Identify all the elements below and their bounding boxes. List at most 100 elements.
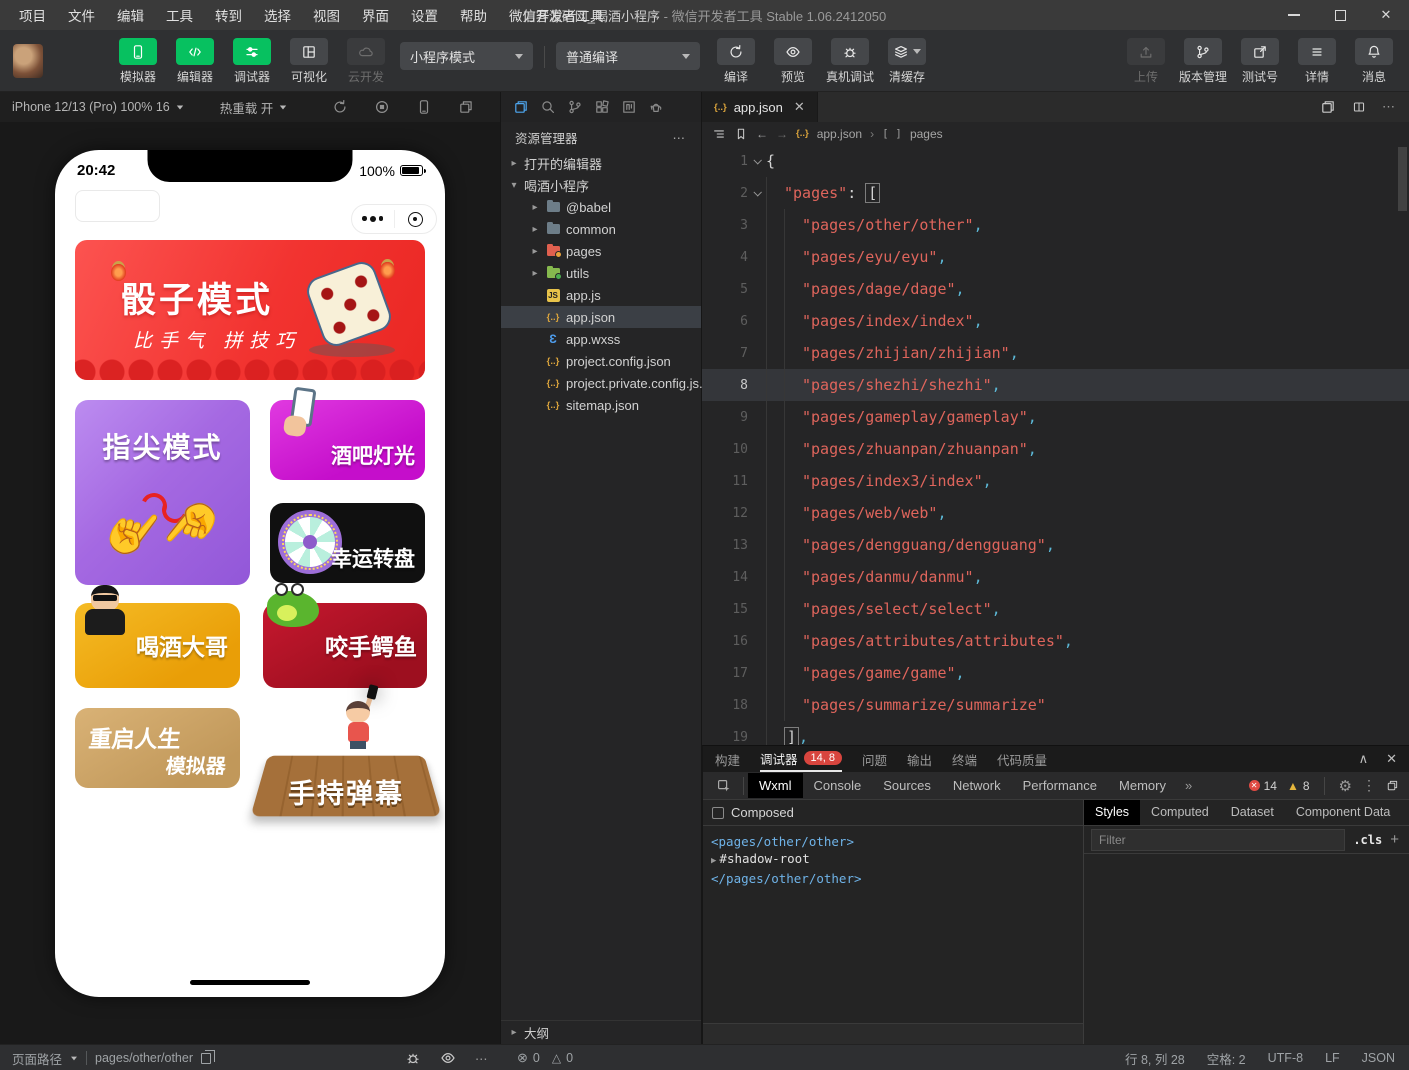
devtools-tab-network[interactable]: Network bbox=[942, 773, 1012, 798]
status-item[interactable]: UTF-8 bbox=[1268, 1051, 1303, 1065]
menu-item[interactable]: 微信开发者工具 bbox=[500, 3, 613, 27]
undock-icon[interactable] bbox=[1386, 779, 1399, 792]
tab-app-json[interactable]: {..} app.json ✕ bbox=[702, 92, 818, 122]
tool-code-button[interactable]: 编辑器 bbox=[171, 38, 219, 85]
tree-item[interactable]: ▸common bbox=[501, 218, 701, 240]
outline-icon[interactable] bbox=[712, 127, 726, 141]
breadcrumb-node[interactable]: pages bbox=[910, 127, 943, 141]
tile-bar-light[interactable]: 酒吧灯光 bbox=[270, 400, 425, 480]
tree-section-open[interactable]: ▾喝酒小程序 bbox=[501, 174, 701, 196]
code-line[interactable]: 19], bbox=[702, 721, 1409, 745]
code-line[interactable]: 3"pages/other/other", bbox=[702, 209, 1409, 241]
debug-tab-输出[interactable]: 输出 bbox=[907, 746, 932, 772]
split-editor-icon[interactable] bbox=[1352, 100, 1366, 114]
error-count[interactable]: ✕14 bbox=[1249, 779, 1277, 793]
tile-restart-life[interactable]: 重启人生 模拟器 bbox=[75, 708, 240, 788]
add-style-icon[interactable]: + bbox=[1382, 831, 1409, 848]
close-button[interactable]: ✕ bbox=[1363, 0, 1409, 30]
code-line[interactable]: 16"pages/attributes/attributes", bbox=[702, 625, 1409, 657]
code-line[interactable]: 8"pages/shezhi/shezhi", bbox=[702, 369, 1409, 401]
tile-drinking-bro[interactable]: 喝酒大哥 bbox=[75, 603, 240, 688]
code-line[interactable]: 2"pages": [ bbox=[702, 177, 1409, 209]
debug-tab-问题[interactable]: 问题 bbox=[862, 746, 887, 772]
compile-mode-dropdown[interactable]: 普通编译 bbox=[556, 42, 700, 70]
code-line[interactable]: 5"pages/dage/dage", bbox=[702, 273, 1409, 305]
debug-tab-终端[interactable]: 终端 bbox=[952, 746, 977, 772]
menu-item[interactable]: 设置 bbox=[402, 3, 447, 27]
more-icon[interactable] bbox=[352, 216, 394, 222]
style-tab-styles[interactable]: Styles bbox=[1084, 800, 1140, 825]
tree-item[interactable]: {..}project.config.json bbox=[501, 350, 701, 372]
menu-item[interactable]: 转到 bbox=[206, 3, 251, 27]
style-tab-component-data[interactable]: Component Data bbox=[1285, 800, 1402, 825]
code-line[interactable]: 6"pages/index/index", bbox=[702, 305, 1409, 337]
bookmark-icon[interactable] bbox=[734, 127, 748, 141]
target-icon[interactable] bbox=[395, 212, 437, 227]
tree-section-closed[interactable]: ▸打开的编辑器 bbox=[501, 152, 701, 174]
status-item[interactable]: JSON bbox=[1362, 1051, 1395, 1065]
preview-icon[interactable] bbox=[440, 1050, 456, 1066]
code-editor[interactable]: 1{2"pages": [3"pages/other/other",4"page… bbox=[702, 145, 1409, 745]
sim-refresh-icon[interactable] bbox=[332, 99, 348, 115]
editor-more-icon[interactable]: ⋯ bbox=[1382, 99, 1395, 115]
style-tab-dataset[interactable]: Dataset bbox=[1220, 800, 1285, 825]
element-tree[interactable]: <pages/other/other> ▶#shadow-root </page… bbox=[703, 826, 1083, 887]
devtools-tab-performance[interactable]: Performance bbox=[1012, 773, 1108, 798]
style-filter-input[interactable] bbox=[1091, 829, 1345, 851]
tool-bug-button[interactable]: 真机调试 bbox=[826, 38, 874, 85]
menu-item[interactable]: 帮助 bbox=[451, 3, 496, 27]
devtools-tab-console[interactable]: Console bbox=[803, 773, 873, 798]
sim-stop-icon[interactable] bbox=[374, 99, 390, 115]
user-avatar[interactable] bbox=[13, 44, 43, 78]
code-line[interactable]: 4"pages/eyu/eyu", bbox=[702, 241, 1409, 273]
breadcrumb-file[interactable]: app.json bbox=[817, 127, 862, 141]
code-line[interactable]: 12"pages/web/web", bbox=[702, 497, 1409, 529]
kebab-menu-icon[interactable]: ⋮ bbox=[1362, 777, 1376, 794]
cls-toggle[interactable]: .cls bbox=[1353, 833, 1382, 847]
menu-item[interactable]: 项目 bbox=[10, 3, 55, 27]
tile-fingertip-mode[interactable]: 指尖模式 ☝ ☝ bbox=[75, 400, 250, 585]
editor-scrollbar[interactable] bbox=[1398, 147, 1407, 211]
menu-item[interactable]: 选择 bbox=[255, 3, 300, 27]
device-selector[interactable]: iPhone 12/13 (Pro) 100% 16 bbox=[12, 100, 170, 114]
devtools-tab-sources[interactable]: Sources bbox=[872, 773, 942, 798]
settings-gear-icon[interactable]: ⚙ bbox=[1339, 777, 1352, 795]
teapot-icon[interactable] bbox=[648, 99, 664, 115]
tool-list-button[interactable]: 详情 bbox=[1293, 38, 1341, 85]
nav-forward-icon[interactable]: → bbox=[776, 127, 788, 141]
tree-item[interactable]: ▸@babel bbox=[501, 196, 701, 218]
collapse-panel-icon[interactable]: ∧ bbox=[1359, 751, 1369, 767]
code-line[interactable]: 11"pages/index3/index", bbox=[702, 465, 1409, 497]
files-icon[interactable] bbox=[513, 99, 529, 115]
tool-layers-button[interactable]: 清缓存 bbox=[883, 38, 931, 85]
maximize-button[interactable] bbox=[1317, 0, 1363, 30]
outline-section[interactable]: ▸大纲 bbox=[501, 1020, 701, 1044]
problems-indicator[interactable]: ⊗0 △0 bbox=[517, 1045, 573, 1070]
tool-eye-button[interactable]: 预览 bbox=[769, 38, 817, 85]
status-item[interactable]: 行 8, 列 28 bbox=[1125, 1049, 1185, 1068]
status-item[interactable]: 空格: 2 bbox=[1207, 1049, 1246, 1068]
devtools-tab-wxml[interactable]: Wxml bbox=[748, 773, 803, 798]
tree-item[interactable]: {..}sitemap.json bbox=[501, 394, 701, 416]
mode-dropdown[interactable]: 小程序模式 bbox=[400, 42, 533, 70]
status-item[interactable]: LF bbox=[1325, 1051, 1340, 1065]
banner-dice-mode[interactable]: 骰子模式 比手气 拼技巧 bbox=[75, 240, 425, 380]
page-path-label[interactable]: 页面路径 bbox=[12, 1049, 62, 1068]
open-preview-icon[interactable] bbox=[1320, 99, 1336, 115]
capsule-menu[interactable] bbox=[351, 204, 437, 234]
blocks-icon[interactable] bbox=[594, 99, 610, 115]
warning-count[interactable]: ▲8 bbox=[1287, 779, 1310, 793]
dom-shadow-root[interactable]: ▶#shadow-root bbox=[711, 850, 1083, 870]
npm-icon[interactable] bbox=[621, 99, 637, 115]
code-line[interactable]: 9"pages/gameplay/gameplay", bbox=[702, 401, 1409, 433]
code-line[interactable]: 18"pages/summarize/summarize" bbox=[702, 689, 1409, 721]
tool-bell-button[interactable]: 消息 bbox=[1350, 38, 1398, 85]
fold-toggle[interactable] bbox=[748, 190, 766, 196]
dom-open-tag[interactable]: <pages/other/other> bbox=[711, 833, 1083, 850]
tile-handheld-danmaku[interactable]: 手持弹幕 bbox=[260, 695, 432, 823]
search-icon[interactable] bbox=[540, 99, 556, 115]
tree-item[interactable]: Ɛapp.wxss bbox=[501, 328, 701, 350]
tool-refresh-button[interactable]: 编译 bbox=[712, 38, 760, 85]
close-tab-icon[interactable]: ✕ bbox=[794, 99, 805, 115]
statusbar-more-icon[interactable]: ⋯ bbox=[475, 1051, 488, 1066]
